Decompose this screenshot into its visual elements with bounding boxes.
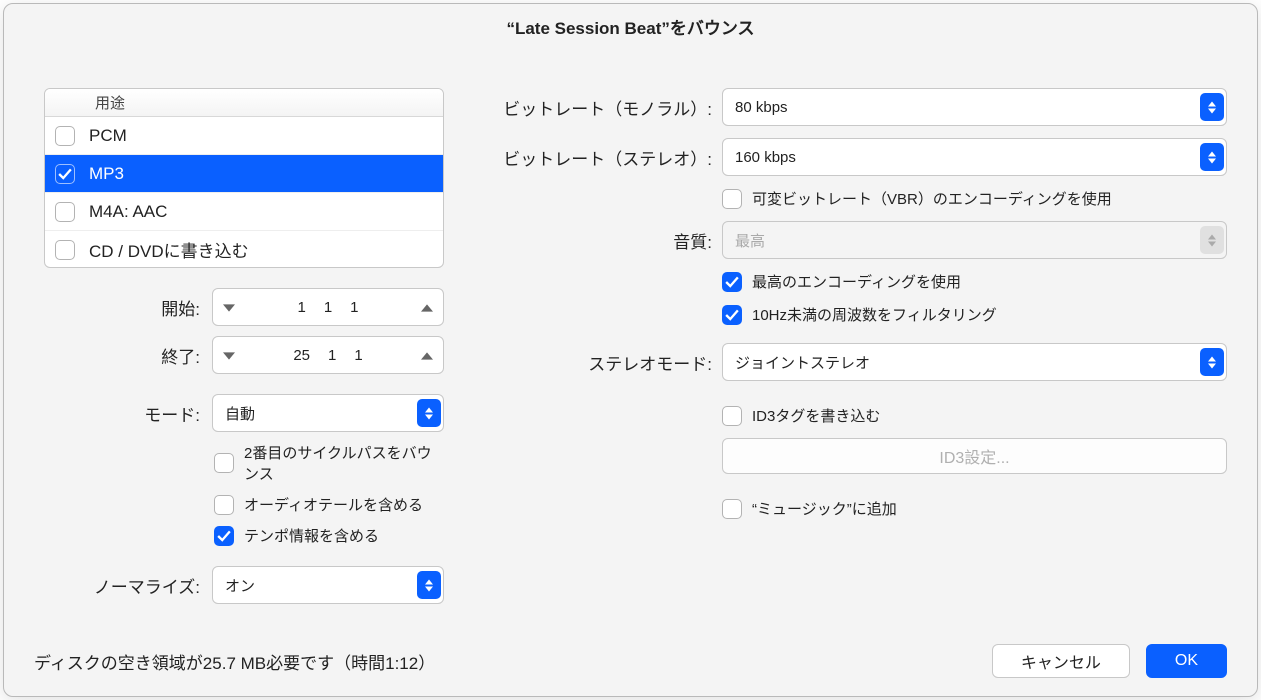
best-encoding-checkbox[interactable] (722, 272, 742, 292)
cancel-button[interactable]: キャンセル (992, 644, 1130, 678)
right-column: ビットレート（モノラル）: 80 kbps ビットレート（ステレオ）: 160 … (474, 88, 1227, 626)
filter-10hz-checkbox[interactable] (722, 305, 742, 325)
mode-row: モード: 自動 (44, 394, 444, 432)
second-cycle-checkbox (214, 453, 234, 473)
normalize-select[interactable]: オン (212, 566, 444, 604)
normalize-row: ノーマライズ: オン (44, 566, 444, 604)
id3-write-row: ID3タグを書き込む (722, 405, 1227, 426)
dialog-footer: ディスクの空き領域が25.7 MB必要です（時間1:12） キャンセル OK (4, 626, 1257, 696)
format-row-cd-dvd-[interactable]: CD / DVDに書き込む (45, 231, 443, 268)
mode-label: モード: (44, 401, 204, 426)
normalize-label: ノーマライズ: (44, 573, 204, 598)
select-arrows-icon (1200, 226, 1224, 254)
end-values: 25 1 1 (293, 347, 362, 364)
format-row-mp3[interactable]: MP3 (45, 155, 443, 193)
bitrate-mono-label: ビットレート（モノラル）: (474, 95, 712, 120)
bitrate-stereo-row: ビットレート（ステレオ）: 160 kbps (474, 138, 1227, 176)
vbr-label: 可変ビットレート（VBR）のエンコーディングを使用 (752, 188, 1112, 209)
end-position-field[interactable]: 25 1 1 (212, 336, 444, 374)
bitrate-stereo-value: 160 kbps (735, 149, 796, 166)
format-label: CD / DVDに書き込む (89, 237, 249, 262)
end-row: 終了: 25 1 1 (44, 336, 444, 374)
end-label: 終了: (44, 343, 204, 368)
vbr-checkbox[interactable] (722, 189, 742, 209)
audio-tail-checkbox[interactable] (214, 495, 234, 515)
start-div[interactable]: 1 (350, 299, 358, 316)
dialog-title: “Late Session Beat”をバウンス (4, 4, 1257, 48)
bounce-dialog: “Late Session Beat”をバウンス 用途 PCM MP3 M4A: A… (3, 3, 1258, 697)
start-beat[interactable]: 1 (324, 299, 332, 316)
mode-select[interactable]: 自動 (212, 394, 444, 432)
format-label: MP3 (89, 164, 124, 184)
format-checkbox[interactable] (55, 202, 75, 222)
start-values: 1 1 1 (297, 299, 358, 316)
select-arrows-icon (1200, 93, 1224, 121)
filter-10hz-label: 10Hz未満の周波数をフィルタリング (752, 304, 997, 325)
start-bar[interactable]: 1 (297, 299, 305, 316)
disk-space-info: ディスクの空き領域が25.7 MB必要です（時間1:12） (34, 649, 435, 674)
quality-select: 最高 (722, 221, 1227, 259)
end-beat[interactable]: 1 (328, 347, 336, 364)
vbr-row: 可変ビットレート（VBR）のエンコーディングを使用 (722, 188, 1227, 209)
quality-label: 音質: (474, 228, 712, 253)
chevron-up-icon[interactable] (421, 299, 433, 316)
start-label: 開始: (44, 295, 204, 320)
start-row: 開始: 1 1 1 (44, 288, 444, 326)
chevron-down-icon[interactable] (223, 299, 235, 316)
end-div[interactable]: 1 (354, 347, 362, 364)
stereo-mode-label: ステレオモード: (474, 350, 712, 375)
second-cycle-label: 2番目のサイクルパスをバウンス (244, 442, 444, 484)
quality-value: 最高 (735, 230, 765, 251)
bitrate-stereo-select[interactable]: 160 kbps (722, 138, 1227, 176)
format-label: M4A: AAC (89, 202, 167, 222)
bitrate-mono-select[interactable]: 80 kbps (722, 88, 1227, 126)
select-arrows-icon (1200, 143, 1224, 171)
format-list: 用途 PCM MP3 M4A: AAC CD / DVDに書き込む (44, 88, 444, 268)
id3-settings-row: ID3設定... (722, 438, 1227, 474)
footer-buttons: キャンセル OK (992, 644, 1227, 678)
tempo-row: テンポ情報を含める (214, 525, 444, 546)
add-music-row: “ミュージック”に追加 (722, 498, 1227, 519)
audio-tail-label: オーディオテールを含める (244, 494, 423, 515)
second-cycle-row: 2番目のサイクルパスをバウンス (214, 442, 444, 484)
audio-tail-row: オーディオテールを含める (214, 494, 444, 515)
tempo-label: テンポ情報を含める (244, 525, 379, 546)
quality-row: 音質: 最高 (474, 221, 1227, 259)
select-arrows-icon (1200, 348, 1224, 376)
dialog-content: 用途 PCM MP3 M4A: AAC CD / DVDに書き込む 開始: 1 1 1 (4, 48, 1257, 626)
select-arrows-icon (417, 399, 441, 427)
start-position-field[interactable]: 1 1 1 (212, 288, 444, 326)
stereo-mode-select[interactable]: ジョイントステレオ (722, 343, 1227, 381)
format-list-header: 用途 (45, 89, 443, 117)
best-encoding-row: 最高のエンコーディングを使用 (722, 271, 1227, 292)
format-checkbox[interactable] (55, 240, 75, 260)
format-label: PCM (89, 126, 127, 146)
add-music-checkbox[interactable] (722, 499, 742, 519)
end-bar[interactable]: 25 (293, 347, 310, 364)
normalize-value: オン (225, 575, 255, 596)
chevron-up-icon[interactable] (421, 347, 433, 364)
stereo-mode-row: ステレオモード: ジョイントステレオ (474, 343, 1227, 381)
left-column: 用途 PCM MP3 M4A: AAC CD / DVDに書き込む 開始: 1 1 1 (44, 88, 444, 626)
best-encoding-label: 最高のエンコーディングを使用 (752, 271, 961, 292)
chevron-down-icon[interactable] (223, 347, 235, 364)
format-checkbox[interactable] (55, 164, 75, 184)
stereo-mode-value: ジョイントステレオ (735, 352, 870, 373)
id3-settings-button: ID3設定... (722, 438, 1227, 474)
format-row-pcm[interactable]: PCM (45, 117, 443, 155)
mode-value: 自動 (225, 403, 255, 424)
bitrate-mono-value: 80 kbps (735, 99, 788, 116)
format-checkbox[interactable] (55, 126, 75, 146)
format-row-m4a-aac[interactable]: M4A: AAC (45, 193, 443, 231)
add-music-label: “ミュージック”に追加 (752, 498, 897, 519)
ok-button[interactable]: OK (1146, 644, 1227, 678)
tempo-checkbox[interactable] (214, 526, 234, 546)
filter-10hz-row: 10Hz未満の周波数をフィルタリング (722, 304, 1227, 325)
bitrate-mono-row: ビットレート（モノラル）: 80 kbps (474, 88, 1227, 126)
id3-write-checkbox[interactable] (722, 406, 742, 426)
select-arrows-icon (417, 571, 441, 599)
id3-write-label: ID3タグを書き込む (752, 405, 880, 426)
bitrate-stereo-label: ビットレート（ステレオ）: (474, 145, 712, 170)
